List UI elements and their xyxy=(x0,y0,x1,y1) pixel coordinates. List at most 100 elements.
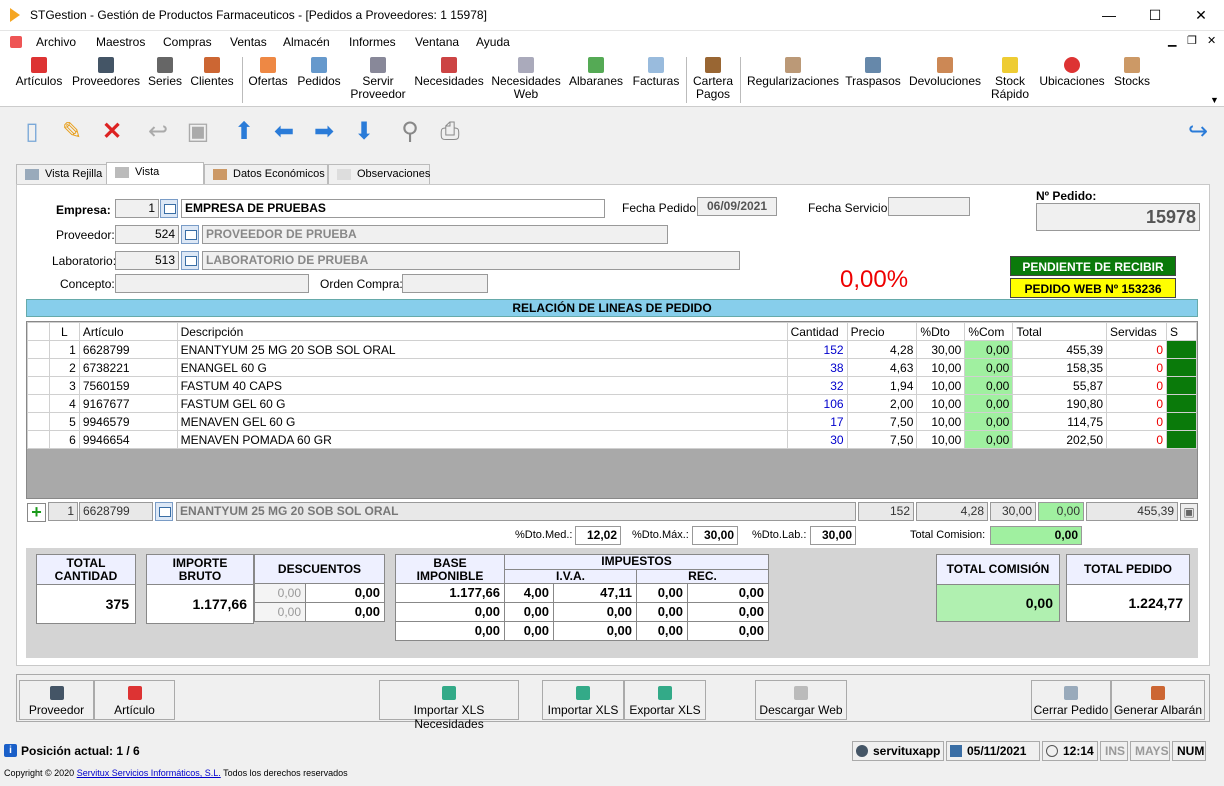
descargar-web-button[interactable]: Descargar Web xyxy=(755,680,847,720)
tab-observaciones[interactable]: Observaciones xyxy=(328,164,430,184)
ribbon-devoluciones[interactable]: Devoluciones xyxy=(906,55,984,105)
ribbon-proveedores[interactable]: Proveedores xyxy=(70,55,142,105)
row-selector[interactable] xyxy=(27,376,50,395)
fecha-servicio-field[interactable] xyxy=(888,197,970,216)
ribbon-cartera-pagos[interactable]: Cartera Pagos xyxy=(690,55,736,105)
mdi-min-icon[interactable]: ▁ xyxy=(1168,34,1176,47)
ribbon-ofertas[interactable]: Ofertas xyxy=(246,55,290,105)
edit-articulo-lookup-icon[interactable] xyxy=(155,502,173,521)
menu-informes[interactable]: Informes xyxy=(349,35,396,49)
articulo-button[interactable]: Artículo xyxy=(94,680,175,720)
menu-maestros[interactable]: Maestros xyxy=(96,35,145,49)
delete-icon[interactable]: ✕ xyxy=(96,116,128,148)
ribbon-stock-rapido[interactable]: Stock Rápido xyxy=(988,55,1032,105)
ribbon-clientes[interactable]: Clientes xyxy=(188,55,236,105)
fecha-pedido-field[interactable]: 06/09/2021 xyxy=(697,197,777,216)
col-l[interactable]: L xyxy=(48,322,80,341)
company-link[interactable]: Servitux Servicios Informáticos, S.L. xyxy=(77,768,221,778)
col-servidas[interactable]: Servidas xyxy=(1106,322,1167,341)
proveedor-lookup-icon[interactable] xyxy=(181,225,199,244)
importar-xls-button[interactable]: Importar XLS xyxy=(542,680,624,720)
exportar-xls-button[interactable]: Exportar XLS xyxy=(624,680,706,720)
close-button[interactable]: ✕ xyxy=(1178,0,1224,30)
menu-archivo[interactable]: Archivo xyxy=(36,35,76,49)
laboratorio-lookup-icon[interactable] xyxy=(181,251,199,270)
menu-compras[interactable]: Compras xyxy=(163,35,212,49)
empresa-name-field[interactable]: EMPRESA DE PRUEBAS xyxy=(181,199,605,218)
ribbon-necesidades[interactable]: Necesidades xyxy=(412,55,486,105)
tab-datos-economicos[interactable]: Datos Económicos xyxy=(204,164,328,184)
col-precio[interactable]: Precio xyxy=(846,322,918,341)
previous-record-icon[interactable]: ⬅ xyxy=(268,116,300,148)
ribbon-scroll-icon[interactable]: ▼ xyxy=(1210,95,1219,105)
first-record-icon[interactable]: ⬆ xyxy=(228,116,260,148)
ribbon-pedidos[interactable]: Pedidos xyxy=(294,55,344,105)
ribbon-ubicaciones[interactable]: Ubicaciones xyxy=(1036,55,1108,105)
mdi-close-icon[interactable]: ✕ xyxy=(1207,34,1216,47)
table-row[interactable]: 3 7560159 FASTUM 40 CAPS 32 1,94 10,00 0,00 55,… xyxy=(27,376,1197,395)
edit-total-field[interactable]: 455,39 xyxy=(1086,502,1178,521)
edit-pencil-icon[interactable]: ✎ xyxy=(56,116,88,148)
ribbon-articulos[interactable]: Artículos xyxy=(12,55,66,105)
menu-ventas[interactable]: Ventas xyxy=(230,35,267,49)
menu-almacen[interactable]: Almacén xyxy=(283,35,330,49)
minimize-button[interactable]: — xyxy=(1086,0,1132,30)
table-row[interactable]: 6 9946654 MENAVEN POMADA 60 GR 30 7,50 10,00 0… xyxy=(27,430,1197,449)
col-com[interactable]: %Com xyxy=(964,322,1014,341)
cerrar-pedido-button[interactable]: Cerrar Pedido xyxy=(1031,680,1111,720)
col-total[interactable]: Total xyxy=(1012,322,1108,341)
row-selector[interactable] xyxy=(27,430,50,449)
menu-ayuda[interactable]: Ayuda xyxy=(476,35,510,49)
mdi-restore-icon[interactable]: ❐ xyxy=(1187,34,1197,47)
add-line-icon[interactable]: + xyxy=(27,503,46,522)
empresa-code-field[interactable]: 1 xyxy=(115,199,159,218)
edit-com-field[interactable]: 0,00 xyxy=(1038,502,1084,521)
generar-albaran-button[interactable]: Generar Albarán xyxy=(1111,680,1205,720)
col-articulo[interactable]: Artículo xyxy=(78,322,178,341)
npedido-field[interactable]: 15978 xyxy=(1036,203,1200,231)
table-row[interactable]: 2 6738221 ENANGEL 60 G 38 4,63 10,00 0,00 158,3… xyxy=(27,358,1197,377)
edit-l-field[interactable]: 1 xyxy=(48,502,78,521)
col-s[interactable]: S xyxy=(1166,322,1197,341)
ribbon-series[interactable]: Series xyxy=(146,55,184,105)
empresa-lookup-icon[interactable] xyxy=(160,199,178,218)
ribbon-facturas[interactable]: Facturas xyxy=(630,55,682,105)
proveedor-button[interactable]: Proveedor xyxy=(19,680,94,720)
edit-cantidad-field[interactable]: 152 xyxy=(858,502,914,521)
table-row[interactable]: 4 9167677 FASTUM GEL 60 G 106 2,00 10,00 0,00 1… xyxy=(27,394,1197,413)
table-row[interactable]: 1 6628799 ENANTYUM 25 MG 20 SOB SOL ORAL 15… xyxy=(27,340,1197,359)
col-dto[interactable]: %Dto xyxy=(916,322,966,341)
concepto-field[interactable] xyxy=(115,274,309,293)
ribbon-regularizaciones[interactable]: Regularizaciones xyxy=(746,55,840,105)
search-icon[interactable]: ⚲ xyxy=(394,116,426,148)
ribbon-stocks[interactable]: Stocks xyxy=(1112,55,1152,105)
next-record-icon[interactable]: ➡ xyxy=(308,116,340,148)
col-descripcion[interactable]: Descripción xyxy=(176,322,788,341)
ribbon-traspasos[interactable]: Traspasos xyxy=(844,55,902,105)
tab-vista-rejilla[interactable]: Vista Rejilla xyxy=(16,164,108,184)
exit-arrow-icon[interactable]: ↪ xyxy=(1182,116,1214,148)
last-record-icon[interactable]: ⬇ xyxy=(348,116,380,148)
ribbon-necesidades-web[interactable]: Necesidades Web xyxy=(490,55,562,105)
proveedor-code-field[interactable]: 524 xyxy=(115,225,179,244)
ribbon-albaranes[interactable]: Albaranes xyxy=(566,55,626,105)
col-cantidad[interactable]: Cantidad xyxy=(786,322,848,341)
menu-ventana[interactable]: Ventana xyxy=(415,35,459,49)
row-selector[interactable] xyxy=(27,394,50,413)
row-selector[interactable] xyxy=(27,358,50,377)
row-selector[interactable] xyxy=(27,340,50,359)
proveedor-name-field[interactable]: PROVEEDOR DE PRUEBA xyxy=(202,225,668,244)
orden-compra-field[interactable] xyxy=(402,274,488,293)
edit-articulo-field[interactable]: 6628799 xyxy=(79,502,153,521)
ribbon-servir-proveedor[interactable]: Servir Proveedor xyxy=(348,55,408,105)
edit-dto-field[interactable]: 30,00 xyxy=(990,502,1036,521)
print-icon[interactable]: ⎙ xyxy=(434,116,466,148)
table-row[interactable]: 5 9946579 MENAVEN GEL 60 G 17 7,50 10,00 0,00 1… xyxy=(27,412,1197,431)
tab-vista-registro[interactable]: Vista Registro xyxy=(106,162,204,196)
new-record-icon[interactable]: ▯ xyxy=(16,116,48,148)
undo-icon[interactable]: ↩ xyxy=(142,116,174,148)
maximize-button[interactable]: ☐ xyxy=(1132,0,1178,30)
edit-descripcion-field[interactable]: ENANTYUM 25 MG 20 SOB SOL ORAL xyxy=(176,502,856,521)
save-icon[interactable]: ▣ xyxy=(182,116,214,148)
row-selector[interactable] xyxy=(27,412,50,431)
